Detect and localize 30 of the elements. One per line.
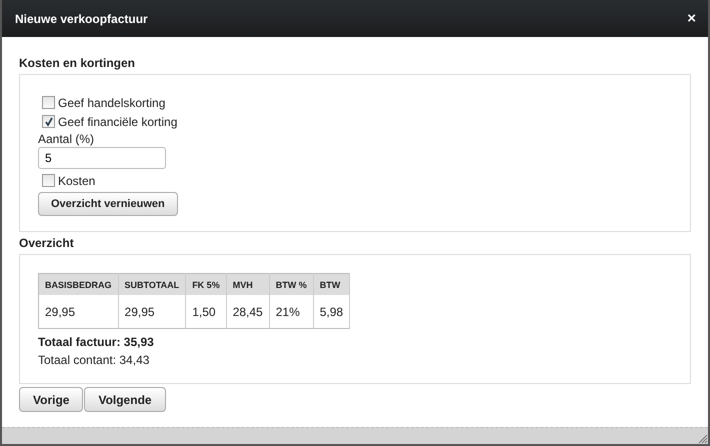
table-cell: 28,45 [226,295,270,328]
refresh-button[interactable]: Overzicht vernieuwen [38,192,178,216]
column-header: FK 5% [186,274,226,295]
input-field[interactable]: 5 [38,147,166,169]
resize-grip-icon[interactable] [696,432,708,444]
checkbox-label: Geef handelskorting [58,96,166,110]
nav-button[interactable]: Volgende [84,387,166,412]
column-header: BTW % [269,274,314,295]
total-text: Totaal factuur: 35,93 [38,334,155,351]
table-cell: 29,95 [118,295,186,328]
checkbox-label: Geef financiële korting [58,114,178,128]
table-cell: 29,95 [38,295,118,328]
close-button[interactable]: × [687,10,696,27]
table-cell: 21% [269,295,314,328]
section-heading: Overzicht [19,236,75,250]
window-title: Nieuwe verkoopfactuur [15,12,148,26]
table-cell: 1,50 [186,295,226,328]
column-header: SUBTOTAAL [118,274,186,295]
total-text: Totaal contant: 34,43 [38,352,150,369]
checkbox[interactable] [42,115,55,128]
column-header: MVH [226,274,270,295]
checkbox[interactable] [42,174,55,187]
section-heading: Kosten en kortingen [19,56,136,70]
checkbox-label: Kosten [58,174,96,188]
nav-button[interactable]: Vorige [19,387,84,412]
checkbox[interactable] [42,96,55,109]
column-header: BTW [313,274,350,295]
column-header: BASISBEDRAG [38,274,118,295]
table-cell: 5,98 [313,295,350,328]
field-label: Aantal (%) [38,132,94,146]
